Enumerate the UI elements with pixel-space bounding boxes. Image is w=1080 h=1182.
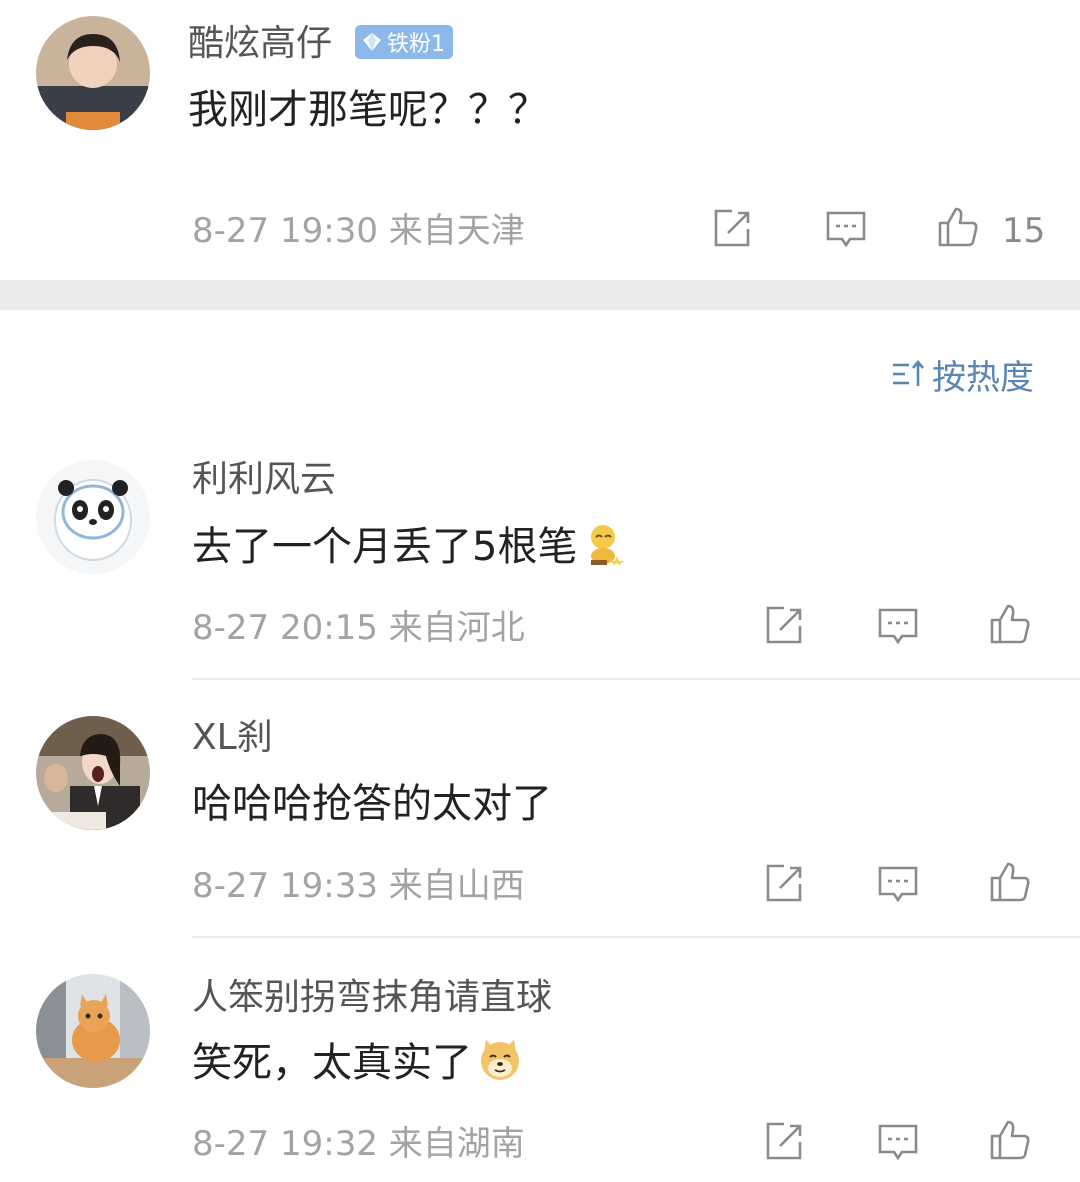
post-location: 来自天津 xyxy=(388,211,525,251)
comment-content: 哈哈哈抢答的太对了 xyxy=(192,780,552,828)
thumbs-up-icon xyxy=(990,862,1030,902)
diamond-icon xyxy=(363,33,381,51)
comment-text: 笑死，太真实了 xyxy=(192,1040,472,1086)
comment-meta: 8-27 20:15 来自河北 xyxy=(192,608,525,648)
top-post: 酷炫高仔 铁粉1 我刚才那笔呢？？？ 8-27 19:30 来自天津 15 xyxy=(0,0,1080,280)
share-button[interactable] xyxy=(710,207,754,251)
comment-meta: 8-27 19:33 来自山西 xyxy=(192,866,525,906)
thumbs-up-icon xyxy=(990,604,1030,644)
comment-separator xyxy=(192,678,1080,680)
post-content: 我刚才那笔呢？？？ xyxy=(188,87,548,133)
thumbs-up-icon xyxy=(990,1120,1030,1160)
username[interactable]: 人笨别拐弯抹角请直球 xyxy=(192,978,552,1018)
comment-icon xyxy=(878,1124,918,1161)
fan-badge[interactable]: 铁粉1 xyxy=(355,25,453,59)
post-time: 8-27 19:30 xyxy=(192,211,378,251)
comment-separator xyxy=(192,936,1080,938)
username[interactable]: 利利风云 xyxy=(192,460,336,500)
share-icon xyxy=(766,606,802,644)
share-icon xyxy=(766,864,802,902)
thumbs-up-icon xyxy=(938,207,978,247)
comment-location: 来自山西 xyxy=(388,866,525,906)
comment-icon xyxy=(878,608,918,645)
share-icon xyxy=(714,209,750,247)
like-button[interactable] xyxy=(936,205,980,249)
avatar[interactable] xyxy=(36,16,150,130)
badge-label: 铁粉1 xyxy=(387,32,445,57)
emoji-doge-icon xyxy=(481,1040,519,1080)
share-button[interactable] xyxy=(762,604,806,648)
comment-text: 哈哈哈抢答的太对了 xyxy=(192,781,552,827)
avatar[interactable] xyxy=(36,460,150,574)
comment-location: 来自湖南 xyxy=(388,1124,525,1164)
avatar[interactable] xyxy=(36,974,150,1088)
comment-icon xyxy=(826,211,866,248)
like-count: 15 xyxy=(1002,211,1046,251)
comment-item: 人笨别拐弯抹角请直球 笑死，太真实了 8-27 19:32 来自湖南 xyxy=(0,972,1080,1182)
comment-content: 去了一个月丢了5根笔 xyxy=(192,522,627,571)
comment-time: 8-27 19:32 xyxy=(192,1124,378,1164)
comment-button[interactable] xyxy=(824,207,868,251)
share-button[interactable] xyxy=(762,862,806,906)
reply-button[interactable] xyxy=(876,604,920,648)
comment-meta: 8-27 19:32 来自湖南 xyxy=(192,1124,525,1164)
share-button[interactable] xyxy=(762,1120,806,1164)
like-button[interactable] xyxy=(988,860,1032,904)
comment-item: XL刹 哈哈哈抢答的太对了 8-27 19:33 来自山西 xyxy=(0,714,1080,938)
avatar[interactable] xyxy=(36,716,150,830)
share-icon xyxy=(766,1122,802,1160)
sort-label: 按热度 xyxy=(932,357,1034,398)
comment-time: 8-27 19:33 xyxy=(192,866,378,906)
sort-by-hot-button[interactable]: 按热度 xyxy=(890,352,1034,398)
reply-button[interactable] xyxy=(876,862,920,906)
like-button[interactable] xyxy=(988,602,1032,646)
username[interactable]: 酷炫高仔 xyxy=(188,24,332,64)
section-divider xyxy=(0,280,1080,310)
like-button[interactable] xyxy=(988,1118,1032,1162)
emoji-sitting-face-icon xyxy=(591,525,625,566)
comment-location: 来自河北 xyxy=(388,608,525,648)
username[interactable]: XL刹 xyxy=(192,718,273,758)
reply-button[interactable] xyxy=(876,1120,920,1164)
comment-content: 笑死，太真实了 xyxy=(192,1038,522,1087)
sort-icon xyxy=(893,359,924,386)
post-meta: 8-27 19:30 来自天津 xyxy=(192,211,525,251)
comment-time: 8-27 20:15 xyxy=(192,608,378,648)
comment-icon xyxy=(878,866,918,903)
comment-item: 利利风云 去了一个月丢了5根笔 8-27 20:15 来自河北 xyxy=(0,456,1080,680)
comment-text: 去了一个月丢了5根笔 xyxy=(192,524,578,570)
